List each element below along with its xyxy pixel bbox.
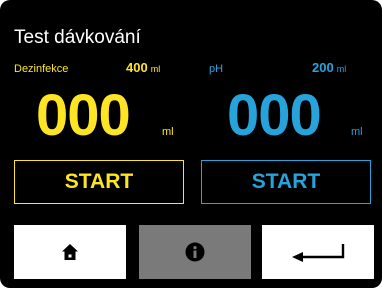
disinfection-dosed-unit: ml [162,126,174,138]
disinfection-dosed-value: 000 [36,83,131,148]
ph-amount: 200 ml [312,61,346,76]
ph-dosed-value: 000 [227,83,322,148]
page-title: Test dávkování [14,27,141,48]
ph-start-button[interactable]: START [201,160,371,204]
home-button[interactable] [14,225,126,279]
info-icon [185,242,205,262]
disinfection-amount-unit: ml [150,64,161,74]
return-arrow-icon [292,244,345,262]
disinfection-amount-value: 400 [126,60,148,75]
ph-amount-value: 200 [312,60,334,75]
disinfection-start-button[interactable]: START [14,160,184,204]
disinfection-label: Dezinfekce [14,63,69,75]
back-button[interactable] [262,225,374,279]
ph-start-label: START [251,170,321,193]
home-icon [62,244,78,260]
ph-amount-unit: ml [336,64,347,74]
dosing-test-screen: Test dávkování Dezinfekce 400 ml 000 ml p… [0,0,382,288]
ph-label: pH [209,63,224,75]
info-button[interactable] [139,225,251,279]
disinfection-amount: 400 ml [126,61,160,76]
ph-dosed-unit: ml [351,126,363,138]
disinfection-start-label: START [64,170,134,193]
